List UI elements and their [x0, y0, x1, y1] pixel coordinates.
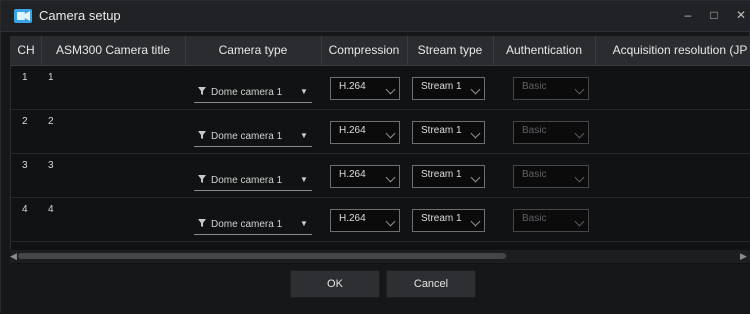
- chevron-down-icon: [385, 84, 396, 95]
- window-title: Camera setup: [39, 8, 121, 23]
- chevron-down-icon: [385, 128, 396, 139]
- camera-type-select[interactable]: Dome camera 1 ▼: [194, 84, 312, 103]
- funnel-icon: [198, 87, 206, 98]
- ok-button[interactable]: OK: [290, 270, 380, 298]
- chevron-down-icon: ▼: [300, 131, 308, 140]
- camera-type-select[interactable]: Dome camera 1 ▼: [194, 172, 312, 191]
- stream-type-value: Stream 1: [421, 213, 462, 224]
- camera-type-value: Dome camera 1: [211, 219, 283, 230]
- table-row[interactable]: 1 1 Dome camera 1 ▼ H.264 Stream 1 Basic: [11, 66, 750, 110]
- channel-number: 2: [22, 116, 28, 127]
- maximize-button[interactable]: □: [704, 5, 724, 25]
- table-row[interactable]: 2 2 Dome camera 1 ▼ H.264 Stream 1 Basic: [11, 110, 750, 154]
- chevron-down-icon: ▼: [300, 175, 308, 184]
- stream-type-select[interactable]: Stream 1: [412, 165, 485, 188]
- authentication-select: Basic: [513, 165, 589, 188]
- channel-number: 3: [22, 160, 28, 171]
- title-bar: Camera setup – □ ✕: [1, 1, 750, 32]
- table-header: CH ASM300 Camera title Camera type Compr…: [11, 36, 750, 66]
- compression-value: H.264: [339, 213, 366, 224]
- funnel-icon: [198, 131, 206, 142]
- chevron-down-icon: [385, 216, 396, 227]
- scroll-left-icon[interactable]: ◀: [10, 251, 17, 262]
- chevron-down-icon: [574, 216, 585, 227]
- camera-title[interactable]: 3: [48, 160, 54, 171]
- stream-type-select[interactable]: Stream 1: [412, 77, 485, 100]
- camera-title[interactable]: 1: [48, 72, 54, 83]
- stream-type-value: Stream 1: [421, 81, 462, 92]
- compression-select[interactable]: H.264: [330, 165, 400, 188]
- column-header-stream-type[interactable]: Stream type: [407, 36, 494, 65]
- chevron-down-icon: [470, 172, 481, 183]
- chevron-down-icon: ▼: [300, 219, 308, 228]
- compression-select[interactable]: H.264: [330, 209, 400, 232]
- cancel-button[interactable]: Cancel: [386, 270, 476, 298]
- authentication-value: Basic: [522, 81, 547, 92]
- funnel-icon: [198, 175, 206, 186]
- channel-number: 1: [22, 72, 28, 83]
- channel-number: 4: [22, 204, 28, 215]
- compression-select[interactable]: H.264: [330, 121, 400, 144]
- stream-type-select[interactable]: Stream 1: [412, 209, 485, 232]
- authentication-select: Basic: [513, 77, 589, 100]
- chevron-down-icon: [470, 84, 481, 95]
- camera-table: CH ASM300 Camera title Camera type Compr…: [10, 36, 750, 264]
- column-header-ch[interactable]: CH: [11, 36, 42, 65]
- scroll-right-icon[interactable]: ▶: [740, 251, 747, 262]
- column-header-camera-type[interactable]: Camera type: [185, 36, 322, 65]
- stream-type-value: Stream 1: [421, 125, 462, 136]
- stream-type-select[interactable]: Stream 1: [412, 121, 485, 144]
- dialog-footer: OK Cancel: [1, 264, 750, 314]
- table-row[interactable]: 4 4 Dome camera 1 ▼ H.264 Stream 1 Basic: [11, 198, 750, 242]
- chevron-down-icon: [385, 172, 396, 183]
- camera-type-value: Dome camera 1: [211, 175, 283, 186]
- column-header-compression[interactable]: Compression: [321, 36, 408, 65]
- authentication-select: Basic: [513, 121, 589, 144]
- close-button[interactable]: ✕: [731, 5, 750, 25]
- minimize-button[interactable]: –: [678, 5, 698, 25]
- horizontal-scrollbar[interactable]: ◀ ▶: [10, 250, 750, 263]
- camera-title[interactable]: 2: [48, 116, 54, 127]
- chevron-down-icon: [574, 172, 585, 183]
- chevron-down-icon: ▼: [300, 87, 308, 96]
- compression-value: H.264: [339, 169, 366, 180]
- camera-type-value: Dome camera 1: [211, 87, 283, 98]
- camera-type-value: Dome camera 1: [211, 131, 283, 142]
- compression-value: H.264: [339, 81, 366, 92]
- camera-title[interactable]: 4: [48, 204, 54, 215]
- compression-value: H.264: [339, 125, 366, 136]
- compression-select[interactable]: H.264: [330, 77, 400, 100]
- table-row[interactable]: 3 3 Dome camera 1 ▼ H.264 Stream 1 Basic: [11, 154, 750, 198]
- column-header-acquisition-resolution[interactable]: Acquisition resolution (JP: [595, 36, 750, 65]
- chevron-down-icon: [574, 84, 585, 95]
- column-header-authentication[interactable]: Authentication: [493, 36, 596, 65]
- authentication-value: Basic: [522, 169, 547, 180]
- column-header-camera-title[interactable]: ASM300 Camera title: [41, 36, 186, 65]
- stream-type-value: Stream 1: [421, 169, 462, 180]
- authentication-select: Basic: [513, 209, 589, 232]
- camera-type-select[interactable]: Dome camera 1 ▼: [194, 128, 312, 147]
- camera-setup-window: Camera setup – □ ✕ CH ASM300 Camera titl…: [0, 0, 750, 314]
- authentication-value: Basic: [522, 125, 547, 136]
- funnel-icon: [198, 219, 206, 230]
- camera-type-select[interactable]: Dome camera 1 ▼: [194, 216, 312, 235]
- camera-setup-icon: [13, 6, 33, 26]
- chevron-down-icon: [470, 216, 481, 227]
- scrollbar-thumb[interactable]: [18, 253, 506, 259]
- chevron-down-icon: [574, 128, 585, 139]
- authentication-value: Basic: [522, 213, 547, 224]
- chevron-down-icon: [470, 128, 481, 139]
